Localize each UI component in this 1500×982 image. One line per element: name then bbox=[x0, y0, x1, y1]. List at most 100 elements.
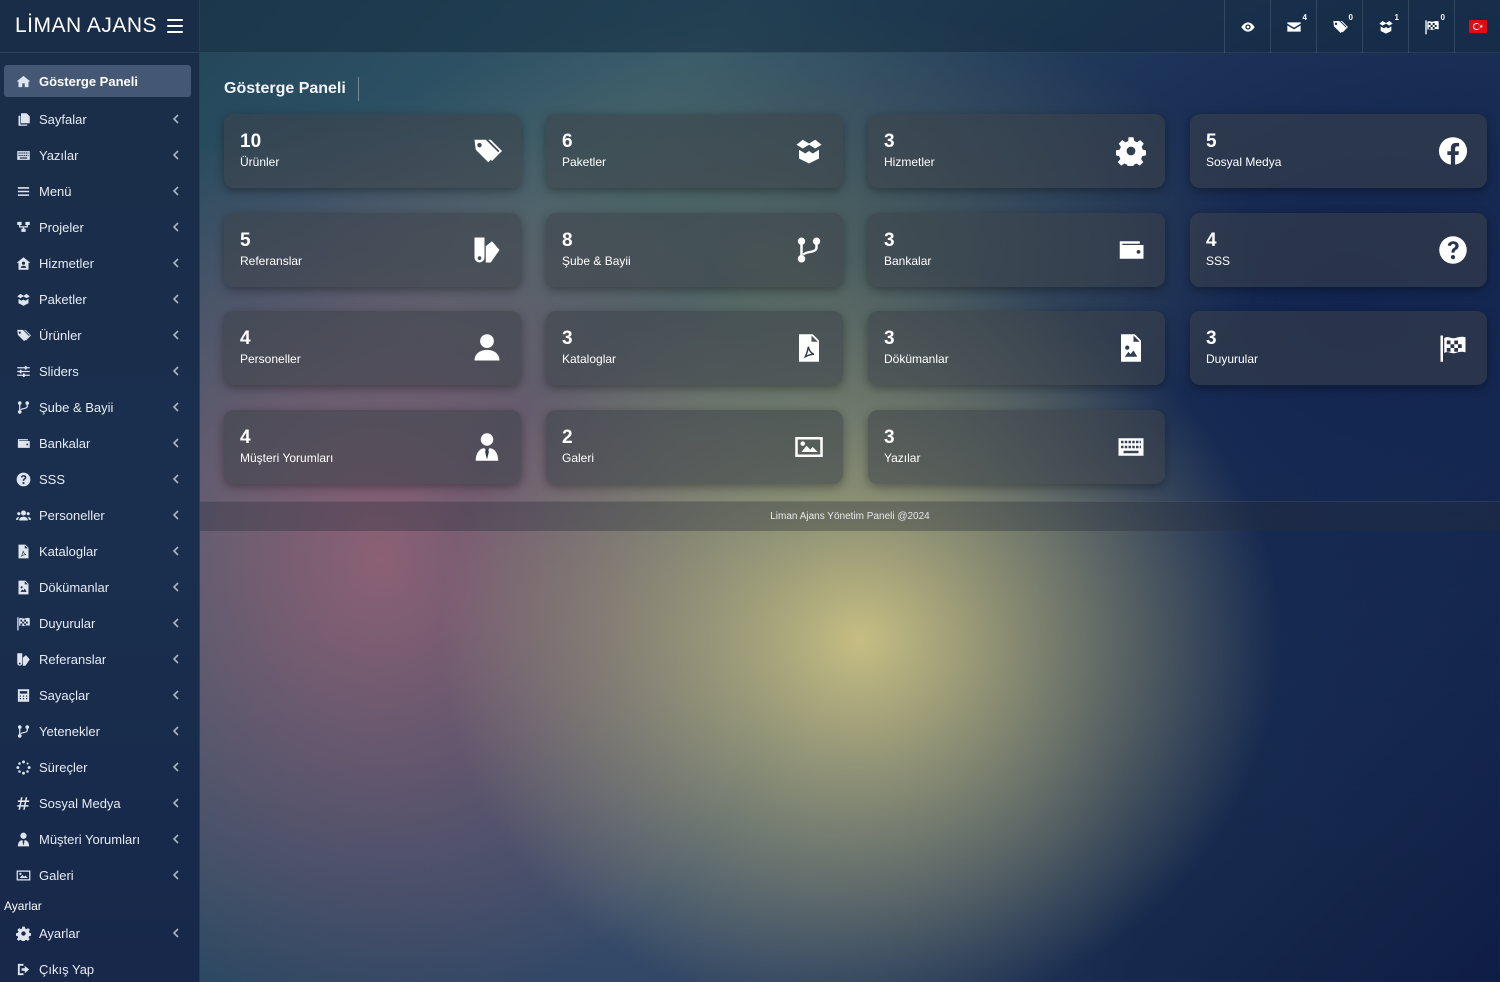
sidebar-item-sliders[interactable]: Sliders bbox=[0, 353, 199, 389]
sidebar-item-bankalar[interactable]: Bankalar bbox=[0, 425, 199, 461]
sidebar-item-sss[interactable]: SSS bbox=[0, 461, 199, 497]
chevron-left-icon bbox=[171, 150, 181, 160]
sidebar-item-musteri-yorumlari[interactable]: Müşteri Yorumları bbox=[0, 821, 199, 857]
stat-label: Dökümanlar bbox=[884, 352, 949, 366]
file-image-icon bbox=[16, 580, 31, 595]
copy-icon bbox=[16, 112, 31, 127]
stat-card-musteri-yorumlari[interactable]: 4 Müşteri Yorumları bbox=[224, 409, 521, 484]
stat-card-galeri[interactable]: 2 Galeri bbox=[546, 409, 843, 484]
tags-icon bbox=[469, 134, 505, 168]
question-circle-icon bbox=[15, 471, 31, 487]
sidebar-item-dokumanlar[interactable]: Dökümanlar bbox=[0, 569, 199, 605]
products-badge: 0 bbox=[1348, 13, 1353, 22]
sidebar-item-menu[interactable]: Menü bbox=[0, 173, 199, 209]
sidebar-item-surecler[interactable]: Süreçler bbox=[0, 749, 199, 785]
sidebar-item-sosyal-medya[interactable]: Sosyal Medya bbox=[0, 785, 199, 821]
sidebar-item-sayaclar[interactable]: Sayaçlar bbox=[0, 677, 199, 713]
sidebar-item-kataloglar[interactable]: Kataloglar bbox=[0, 533, 199, 569]
sidebar-item-hizmetler[interactable]: Hizmetler bbox=[0, 245, 199, 281]
sidebar-item-yazilar[interactable]: Yazılar bbox=[0, 137, 199, 173]
sidebar-item-label: Referanslar bbox=[39, 651, 107, 667]
stat-card-personeller[interactable]: 4 Personeller bbox=[224, 311, 521, 385]
tags-icon bbox=[16, 328, 31, 343]
home-icon bbox=[15, 73, 31, 89]
sidebar-item-label: Şube & Bayii bbox=[39, 399, 114, 415]
chevron-left-icon bbox=[171, 114, 181, 124]
footer-text: Liman Ajans Yönetim Paneli @2024 bbox=[770, 511, 930, 522]
stat-card-duyurular[interactable]: 3 Duyurular bbox=[1190, 311, 1487, 385]
calculator-icon bbox=[16, 688, 31, 703]
stat-card-kataloglar[interactable]: 3 Kataloglar bbox=[546, 311, 843, 385]
sidebar-item-label: Sosyal Medya bbox=[39, 795, 121, 811]
file-image-icon bbox=[1113, 331, 1149, 365]
sidebar-item-sayfalar[interactable]: Sayfalar bbox=[0, 101, 199, 137]
stat-card-yazilar[interactable]: 3 Yazılar bbox=[868, 409, 1165, 484]
menu-toggle-icon[interactable] bbox=[167, 19, 183, 33]
file-pdf-icon bbox=[16, 544, 31, 559]
sidebar-item-paketler[interactable]: Paketler bbox=[0, 281, 199, 317]
stat-count: 5 bbox=[1206, 131, 1217, 152]
stat-card-hizmetler[interactable]: 3 Hizmetler bbox=[868, 114, 1165, 188]
flag-checkered-icon bbox=[1436, 333, 1470, 363]
sidebar-item-ayarlar[interactable]: Ayarlar bbox=[0, 915, 199, 951]
sidebar-item-cikis-yap[interactable]: Çıkış Yap bbox=[0, 951, 199, 982]
bars-icon bbox=[15, 183, 31, 199]
view-site-button[interactable] bbox=[1224, 0, 1270, 53]
stat-label: Şube & Bayii bbox=[562, 253, 631, 268]
house-user-icon bbox=[15, 255, 31, 271]
sidebar-item-urunler[interactable]: Ürünler bbox=[0, 317, 199, 353]
sidebar-item-referanslar[interactable]: Referanslar bbox=[0, 641, 199, 677]
stat-card-sss[interactable]: 4 SSS bbox=[1190, 212, 1487, 287]
sidebar-item-gosterge-paneli[interactable]: Gösterge Paneli bbox=[4, 65, 191, 97]
gear-icon bbox=[1113, 134, 1149, 168]
sidebar-item-sube-and-bayii[interactable]: Şube & Bayii bbox=[0, 389, 199, 425]
stat-card-paketler[interactable]: 6 Paketler bbox=[546, 114, 843, 188]
chevron-left-icon bbox=[171, 870, 181, 880]
stat-label: Duyurular bbox=[1206, 352, 1259, 366]
swatchbook-icon bbox=[16, 652, 31, 667]
stat-card-referanslar[interactable]: 5 Referanslar bbox=[224, 212, 521, 287]
packages-button[interactable]: 1 bbox=[1362, 0, 1408, 53]
sidebar-item-galeri[interactable]: Galeri bbox=[0, 857, 199, 893]
chevron-left-icon bbox=[171, 222, 181, 232]
chevron-left-icon bbox=[171, 474, 181, 484]
spinner-icon bbox=[15, 759, 31, 775]
stat-count: 4 bbox=[240, 328, 251, 349]
stat-card-dokumanlar[interactable]: 3 Dökümanlar bbox=[868, 311, 1165, 385]
messages-button[interactable]: 4 bbox=[1270, 0, 1316, 53]
announcements-button[interactable]: 0 bbox=[1408, 0, 1454, 53]
sidebar-item-label: Personeller bbox=[39, 507, 105, 523]
sidebar-item-label: Sayaçlar bbox=[39, 687, 90, 703]
chevron-left-icon bbox=[171, 546, 181, 556]
stat-label: Referanslar bbox=[240, 253, 303, 268]
users-icon bbox=[15, 507, 31, 523]
stat-label: Bankalar bbox=[884, 253, 932, 268]
stat-label: Yazılar bbox=[884, 450, 921, 465]
sidebar-item-yetenekler[interactable]: Yetenekler bbox=[0, 713, 199, 749]
eye-icon bbox=[1240, 19, 1256, 35]
stat-label: Müşteri Yorumları bbox=[240, 450, 334, 465]
stat-card-urunler[interactable]: 10 Ürünler bbox=[224, 114, 521, 188]
sidebar-item-label: Bankalar bbox=[39, 435, 91, 451]
sidebar-item-duyurular[interactable]: Duyurular bbox=[0, 605, 199, 641]
stat-card-sube-and-bayii[interactable]: 8 Şube & Bayii bbox=[546, 212, 843, 287]
stat-label: Kataloglar bbox=[562, 352, 617, 366]
sidebar-item-projeler[interactable]: Projeler bbox=[0, 209, 199, 245]
copy-icon bbox=[15, 111, 31, 127]
chevron-left-icon bbox=[171, 438, 181, 448]
box-open-icon bbox=[792, 136, 826, 166]
flag-checkered-icon bbox=[1424, 19, 1440, 35]
language-button[interactable]: ★ bbox=[1454, 0, 1500, 53]
image-icon bbox=[16, 868, 31, 883]
code-branch-icon bbox=[791, 233, 827, 267]
stat-count: 2 bbox=[562, 426, 573, 448]
sidebar-item-personeller[interactable]: Personeller bbox=[0, 497, 199, 533]
gear-icon bbox=[16, 926, 31, 941]
tags-icon bbox=[15, 327, 31, 343]
sidebar-item-label: Dökümanlar bbox=[39, 579, 110, 595]
brand-logo-text[interactable]: LİMAN AJANS bbox=[15, 14, 157, 38]
stat-label: Sosyal Medya bbox=[1206, 155, 1282, 169]
stat-card-bankalar[interactable]: 3 Bankalar bbox=[868, 212, 1165, 287]
stat-card-sosyal-medya[interactable]: 5 Sosyal Medya bbox=[1190, 114, 1487, 188]
products-button[interactable]: 0 bbox=[1316, 0, 1362, 53]
